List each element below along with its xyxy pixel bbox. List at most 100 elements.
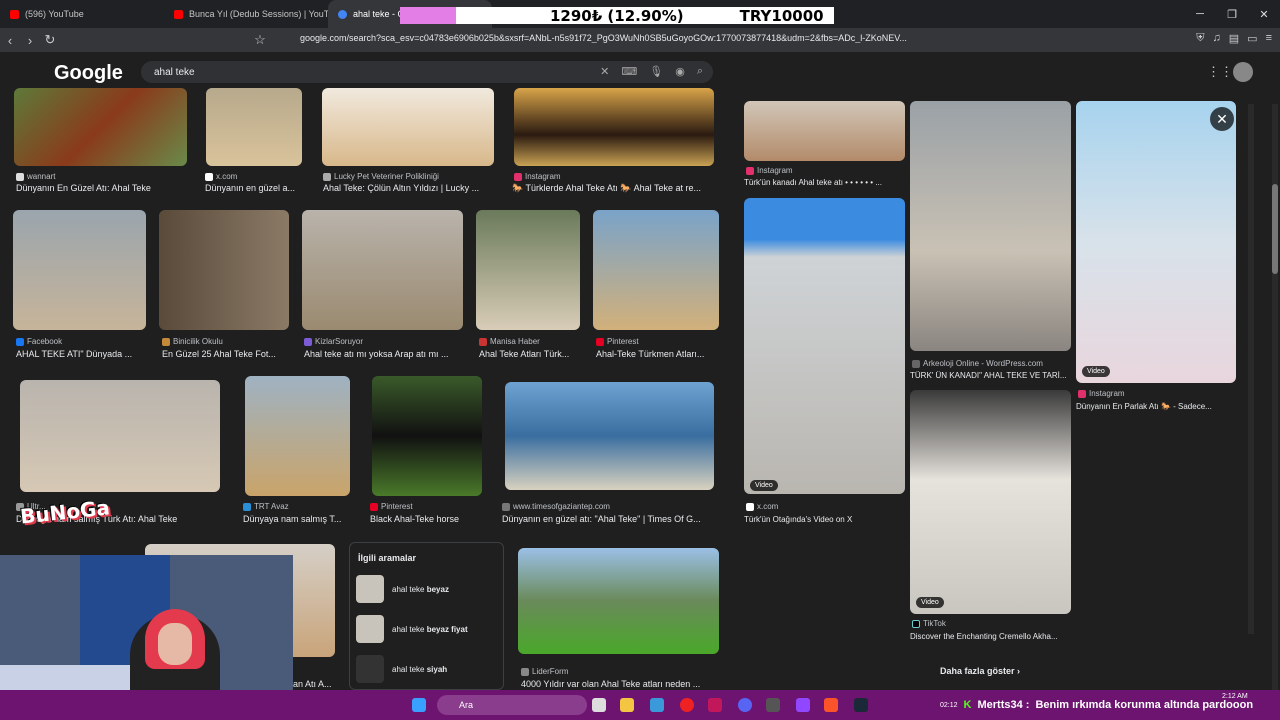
app-icon[interactable]	[766, 698, 780, 712]
camera-icon[interactable]: ◉	[675, 65, 685, 78]
panel-scrollbar[interactable]	[1248, 104, 1254, 634]
related-item[interactable]: ahal teke siyah	[350, 649, 503, 689]
result-thumb[interactable]	[476, 210, 580, 330]
result-source: Binicilik Okulu	[162, 337, 223, 346]
avatar[interactable]	[1233, 62, 1253, 82]
result-thumb[interactable]	[518, 548, 719, 654]
restore-icon[interactable]: ❐	[1216, 0, 1248, 28]
video-badge: Video	[916, 597, 944, 608]
menu-icon[interactable]: ≡	[1266, 32, 1272, 45]
result-caption[interactable]: 4000 Yıldır var olan Ahal Teke atları ne…	[521, 679, 719, 689]
url-field[interactable]: google.com/search?sca_esv=c04783e6906b02…	[300, 33, 920, 43]
result-source: LiderForm	[521, 667, 568, 676]
result-caption[interactable]: TÜRK' ÜN KANADI" AHAL TEKE VE TARİ...	[910, 371, 1071, 380]
preview-thumb[interactable]	[910, 101, 1071, 351]
ticker-message: Benim ırkımda korunma altında pardooon	[1035, 699, 1254, 711]
mic-icon[interactable]: 🎙	[649, 65, 663, 78]
forward-icon[interactable]: ›	[20, 33, 40, 48]
taskbar-search[interactable]: Ara	[437, 695, 587, 715]
sidebar-icon[interactable]: ▤	[1229, 32, 1239, 45]
shield-icon[interactable]: ⛨	[1196, 32, 1204, 45]
result-source: www.timesofgaziantep.com	[502, 502, 610, 511]
brave-icon[interactable]	[824, 698, 838, 712]
minimize-icon[interactable]: ─	[1184, 0, 1216, 28]
result-caption[interactable]: Dünyanın en güzel a...	[205, 183, 302, 193]
search-input[interactable]: ahal teke	[154, 67, 195, 78]
page-scrollbar[interactable]	[1272, 104, 1278, 690]
result-caption[interactable]: Discover the Enchanting Cremello Akha...	[910, 632, 1071, 641]
reload-icon[interactable]: ↻	[40, 32, 60, 48]
bookmark-icon[interactable]: ☆	[250, 32, 270, 48]
result-caption[interactable]: Dünyanın en güzel atı: "Ahal Teke" | Tim…	[502, 514, 714, 524]
music-icon[interactable]: ♫	[1213, 32, 1221, 45]
result-caption[interactable]: AHAL TEKE ATI" Dünyada ...	[16, 349, 146, 359]
result-thumb[interactable]	[593, 210, 719, 330]
search-icon[interactable]: ⌕	[697, 65, 703, 78]
result-caption[interactable]: Ahal Teke Atları Türk...	[479, 349, 580, 359]
discord-icon[interactable]	[738, 698, 752, 712]
keyboard-icon[interactable]: ⌨	[621, 65, 637, 78]
result-caption[interactable]: Black Ahal-Teke horse	[370, 514, 482, 524]
x-icon	[205, 172, 213, 181]
pinterest-icon	[596, 337, 604, 346]
site-icon	[16, 172, 24, 181]
related-item[interactable]: ahal teke beyaz fiyat	[350, 609, 503, 649]
task-view-icon[interactable]	[592, 698, 606, 712]
result-source: Arkeoloji Online - WordPress.com	[912, 359, 1043, 368]
result-caption[interactable]: Dünyanın En Parlak Atı 🐎 - Sadece...	[1076, 402, 1236, 411]
youtube-icon	[10, 9, 19, 19]
result-thumb[interactable]	[302, 210, 463, 330]
tab-youtube[interactable]: (596) YouTube	[0, 0, 164, 28]
result-caption[interactable]: Ahal Teke: Çölün Altın Yıldızı | Lucky .…	[323, 183, 495, 193]
result-thumb[interactable]	[245, 376, 350, 496]
preview-video[interactable]	[910, 390, 1071, 614]
result-thumb[interactable]	[13, 210, 146, 330]
opera-icon[interactable]	[680, 698, 694, 712]
steam-icon[interactable]	[854, 698, 868, 712]
site-icon	[479, 337, 487, 346]
apps-grid-icon[interactable]: ⋮⋮	[1207, 64, 1233, 80]
preview-thumb[interactable]	[744, 101, 905, 161]
result-caption[interactable]: Türk'ün Otağında's Video on X	[744, 515, 905, 524]
result-caption[interactable]: 🐎 Türklerde Ahal Teke Atı 🐎 Ahal Teke at…	[512, 183, 714, 194]
result-thumb[interactable]	[14, 88, 187, 166]
close-window-icon[interactable]: ✕	[1248, 0, 1280, 28]
streamer-face	[158, 623, 192, 665]
result-thumb[interactable]	[20, 380, 220, 492]
preview-video[interactable]	[744, 198, 905, 494]
back-icon[interactable]: ‹	[0, 33, 20, 48]
result-caption[interactable]: Dünyaya nam salmış T...	[243, 514, 350, 524]
result-thumb[interactable]	[322, 88, 494, 166]
result-caption[interactable]: En Güzel 25 Ahal Teke Fot...	[162, 349, 289, 359]
result-thumb[interactable]	[505, 382, 714, 490]
result-source: TRT Avaz	[243, 502, 289, 511]
wallet-icon[interactable]: ▭	[1247, 32, 1257, 45]
google-logo[interactable]: Google	[54, 62, 123, 85]
result-source: Instagram	[1078, 389, 1125, 398]
app-icon[interactable]	[708, 698, 722, 712]
result-caption[interactable]: Ahal-Teke Türkmen Atları...	[596, 349, 719, 359]
result-thumb[interactable]	[514, 88, 714, 166]
result-caption[interactable]: Türk'ün kanadı Ahal teke atı • • • • • •…	[744, 178, 905, 187]
result-source: x.com	[746, 502, 778, 511]
twitch-icon[interactable]	[796, 698, 810, 712]
result-source: Pinterest	[370, 502, 413, 511]
result-caption[interactable]: an Atı A...	[293, 679, 338, 689]
result-thumb[interactable]	[372, 376, 482, 496]
related-title: İlgili aramalar	[358, 553, 417, 563]
scroll-thumb[interactable]	[1272, 184, 1278, 274]
file-explorer-icon[interactable]	[620, 698, 634, 712]
related-item[interactable]: ahal teke beyaz	[350, 569, 503, 609]
show-more-button[interactable]: Daha fazla göster ›	[940, 666, 1020, 676]
preview-video[interactable]	[1076, 101, 1236, 383]
result-caption[interactable]: Ahal teke atı mı yoksa Arap atı mı ...	[304, 349, 463, 359]
search-box[interactable]: ahal teke ✕ ⌨ 🎙 ◉ ⌕	[141, 61, 713, 83]
result-thumb[interactable]	[159, 210, 289, 330]
tab-music[interactable]: Bunca Yıl (Dedub Sessions) | YouT	[164, 0, 328, 28]
windows-start-icon[interactable]	[412, 698, 426, 712]
result-caption[interactable]: Dünyanın En Güzel Atı: Ahal Teke	[16, 183, 186, 193]
clear-icon[interactable]: ✕	[600, 65, 609, 78]
result-thumb[interactable]	[206, 88, 302, 166]
store-icon[interactable]	[650, 698, 664, 712]
close-icon[interactable]: ✕	[1210, 107, 1234, 131]
